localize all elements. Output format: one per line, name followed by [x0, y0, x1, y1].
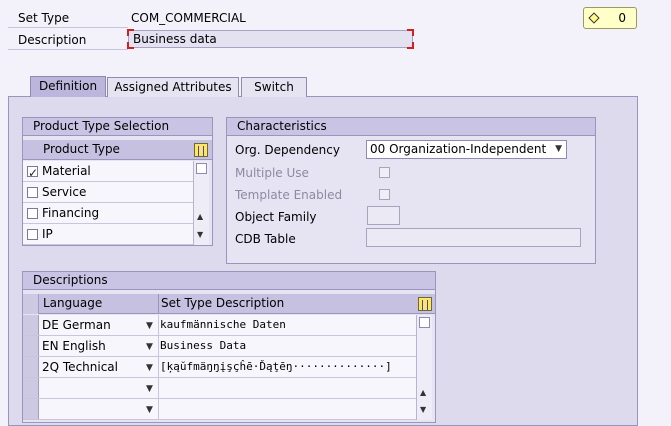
table-row[interactable]: ▼: [23, 378, 416, 399]
table-row[interactable]: ▼: [23, 399, 416, 420]
product-type-selection-title: Product Type Selection: [23, 118, 212, 136]
row-selector[interactable]: [23, 336, 39, 356]
description-underline: [8, 49, 128, 50]
column-divider: [158, 315, 159, 335]
table-row[interactable]: Financing: [23, 203, 193, 224]
scroll-down-icon[interactable]: ▼: [420, 406, 426, 414]
tab-definition[interactable]: Definition: [30, 76, 106, 97]
required-corner-tl: [127, 29, 134, 36]
product-type-label: Material: [42, 164, 91, 178]
description-cell[interactable]: [ķąŭfmäŋŋįşçĥē·Ďąţēŋ··············]: [160, 357, 410, 377]
required-corner-tr: [407, 29, 414, 36]
messages-badge[interactable]: 0: [583, 7, 637, 29]
row-selector[interactable]: [23, 315, 39, 335]
table-row[interactable]: IP: [23, 224, 193, 245]
product-type-label: Financing: [42, 206, 100, 220]
set-type-value: COM_COMMERCIAL: [131, 11, 246, 25]
row-selector[interactable]: [23, 357, 39, 377]
chevron-down-icon[interactable]: ▼: [146, 379, 153, 399]
required-corner-br: [407, 42, 414, 49]
column-settings-icon[interactable]: [194, 143, 208, 157]
tab-switch[interactable]: Switch: [241, 77, 307, 97]
tab-switch-label: Switch: [254, 80, 294, 94]
multiple-use-checkbox[interactable]: [379, 167, 390, 178]
diamond-icon: [588, 12, 600, 24]
table-row[interactable]: Material: [23, 161, 193, 183]
service-checkbox[interactable]: [27, 187, 38, 198]
chevron-down-icon[interactable]: ▼: [146, 337, 153, 357]
chevron-down-icon[interactable]: ▼: [146, 358, 153, 378]
scroll-up-icon[interactable]: ▲: [420, 389, 426, 397]
chevron-down-icon[interactable]: ▼: [146, 316, 153, 336]
set-type-description-column-header: Set Type Description: [161, 296, 285, 310]
description-input[interactable]: Business data: [127, 29, 414, 49]
scroll-down-icon[interactable]: ▼: [197, 231, 203, 239]
scroll-thumb[interactable]: [419, 317, 430, 328]
required-corner-bl: [127, 42, 134, 49]
product-type-label: IP: [42, 227, 53, 241]
description-input-value: Business data: [133, 32, 217, 46]
column-divider: [158, 378, 159, 398]
product-type-table-header: Product Type: [23, 140, 212, 160]
column-divider: [158, 399, 159, 419]
descriptions-scrollbar[interactable]: ▲ ▼: [416, 315, 432, 420]
column-divider: [158, 357, 159, 377]
language-cell[interactable]: DE German: [42, 315, 111, 335]
language-cell[interactable]: EN English: [42, 336, 106, 356]
product-type-scrollbar[interactable]: ▲ ▼: [193, 161, 209, 245]
row-selector[interactable]: [23, 399, 39, 419]
tab-definition-label: Definition: [38, 79, 98, 93]
table-row[interactable]: DE German ▼ kaufmännische Daten: [23, 315, 416, 336]
object-family-input[interactable]: [367, 206, 400, 225]
language-column-header: Language: [43, 296, 103, 310]
cdb-table-input[interactable]: [366, 228, 581, 247]
financing-checkbox[interactable]: [27, 208, 38, 219]
set-type-underline: [8, 27, 128, 28]
column-divider: [158, 294, 159, 313]
chevron-down-icon: ▼: [555, 144, 562, 154]
org-dependency-label: Org. Dependency: [235, 143, 340, 157]
description-label: Description: [18, 33, 87, 47]
chevron-down-icon[interactable]: ▼: [146, 400, 153, 420]
select-all-cell[interactable]: [23, 294, 39, 314]
descriptions-title: Descriptions: [23, 272, 435, 290]
set-type-label: Set Type: [18, 11, 70, 25]
scroll-up-icon[interactable]: ▲: [197, 213, 203, 221]
object-family-label: Object Family: [235, 210, 317, 224]
column-divider: [158, 336, 159, 356]
product-type-label: Service: [42, 185, 87, 199]
multiple-use-label: Multiple Use: [235, 166, 309, 180]
product-type-column-header: Product Type: [43, 142, 120, 156]
material-checkbox[interactable]: [27, 163, 38, 183]
descriptions-table-header: Language Set Type Description: [23, 294, 435, 314]
column-settings-icon[interactable]: [418, 297, 432, 311]
badge-count: 0: [618, 11, 626, 25]
scroll-thumb[interactable]: [196, 163, 207, 174]
description-cell[interactable]: kaufmännische Daten: [160, 315, 286, 335]
table-row[interactable]: 2Q Technical cod… ▼ [ķąŭfmäŋŋįşçĥē·Ďąţēŋ…: [23, 357, 416, 394]
ip-checkbox[interactable]: [27, 229, 38, 240]
characteristics-title: Characteristics: [227, 118, 595, 136]
template-enabled-label: Template Enabled: [235, 188, 343, 202]
description-cell[interactable]: Business Data: [160, 336, 246, 356]
tab-assigned-attributes[interactable]: Assigned Attributes: [107, 77, 239, 97]
table-row[interactable]: EN English ▼ Business Data: [23, 336, 416, 357]
row-selector[interactable]: [23, 378, 39, 398]
template-enabled-checkbox[interactable]: [379, 189, 390, 200]
table-row[interactable]: Service: [23, 182, 193, 203]
org-dependency-value: 00 Organization-Independent: [370, 142, 547, 156]
cdb-table-label: CDB Table: [235, 232, 296, 246]
tab-assigned-attributes-label: Assigned Attributes: [114, 80, 232, 94]
org-dependency-dropdown[interactable]: 00 Organization-Independent ▼: [366, 140, 567, 159]
